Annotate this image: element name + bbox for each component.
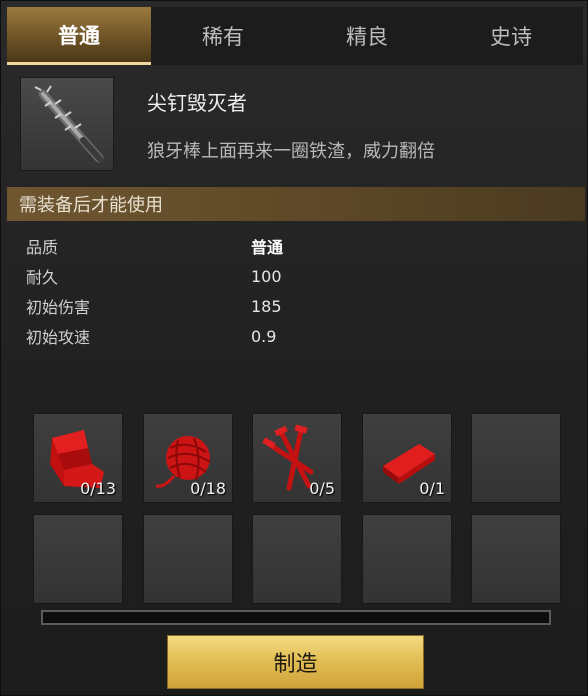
stat-row-quality: 品质 普通 — [26, 231, 426, 261]
stats-list: 品质 普通 耐久 100 初始伤害 185 初始攻速 0.9 — [26, 231, 426, 351]
material-slot-cloth[interactable]: 0/13 — [33, 413, 123, 503]
material-slot-yarn[interactable]: 0/18 — [143, 413, 233, 503]
tab-fine[interactable]: 精良 — [295, 7, 439, 65]
stat-row-durability: 耐久 100 — [26, 261, 426, 291]
craft-button-label: 制造 — [273, 652, 318, 677]
stat-value: 0.9 — [251, 326, 277, 346]
stat-label: 初始伤害 — [26, 298, 91, 317]
material-slot-empty[interactable] — [143, 514, 233, 604]
rarity-tabs: 普通 稀有 精良 史诗 — [7, 7, 583, 65]
tab-rare[interactable]: 稀有 — [151, 7, 295, 65]
material-slot-empty[interactable] — [471, 413, 561, 503]
requirement-bar: 需装备后才能使用 — [7, 187, 585, 221]
stat-label: 耐久 — [26, 268, 59, 287]
craft-progress-bar — [41, 610, 551, 625]
spiked-club-icon — [20, 77, 114, 171]
material-slot-ingot[interactable]: 0/1 — [362, 413, 452, 503]
material-slot-empty[interactable] — [471, 514, 561, 604]
crafting-panel: 普通 稀有 精良 史诗 尖钉毁灭者 狼牙棒上面再来一圈铁渣，威力翻倍 需装备后才… — [0, 0, 588, 696]
requirement-text: 需装备后才能使用 — [19, 195, 163, 216]
material-slot-empty[interactable] — [252, 514, 342, 604]
tab-epic[interactable]: 史诗 — [439, 7, 583, 65]
stat-value: 185 — [251, 296, 282, 316]
material-slot-empty[interactable] — [362, 514, 452, 604]
material-slot-nails[interactable]: 0/5 — [252, 413, 342, 503]
stat-label: 初始攻速 — [26, 328, 91, 347]
stat-label: 品质 — [26, 238, 59, 257]
material-count: 0/5 — [309, 479, 335, 498]
item-description: 狼牙棒上面再来一圈铁渣，威力翻倍 — [147, 141, 435, 162]
material-slot-empty[interactable] — [33, 514, 123, 604]
stat-row-damage: 初始伤害 185 — [26, 291, 426, 321]
stat-value: 100 — [251, 266, 282, 286]
material-count: 0/1 — [419, 479, 445, 498]
material-count: 0/13 — [80, 479, 116, 498]
craft-button[interactable]: 制造 — [167, 635, 424, 689]
stat-value: 普通 — [251, 238, 284, 257]
stat-row-attack-speed: 初始攻速 0.9 — [26, 321, 426, 351]
item-name: 尖钉毁灭者 — [147, 91, 247, 115]
tab-common[interactable]: 普通 — [7, 7, 151, 65]
material-count: 0/18 — [190, 479, 226, 498]
